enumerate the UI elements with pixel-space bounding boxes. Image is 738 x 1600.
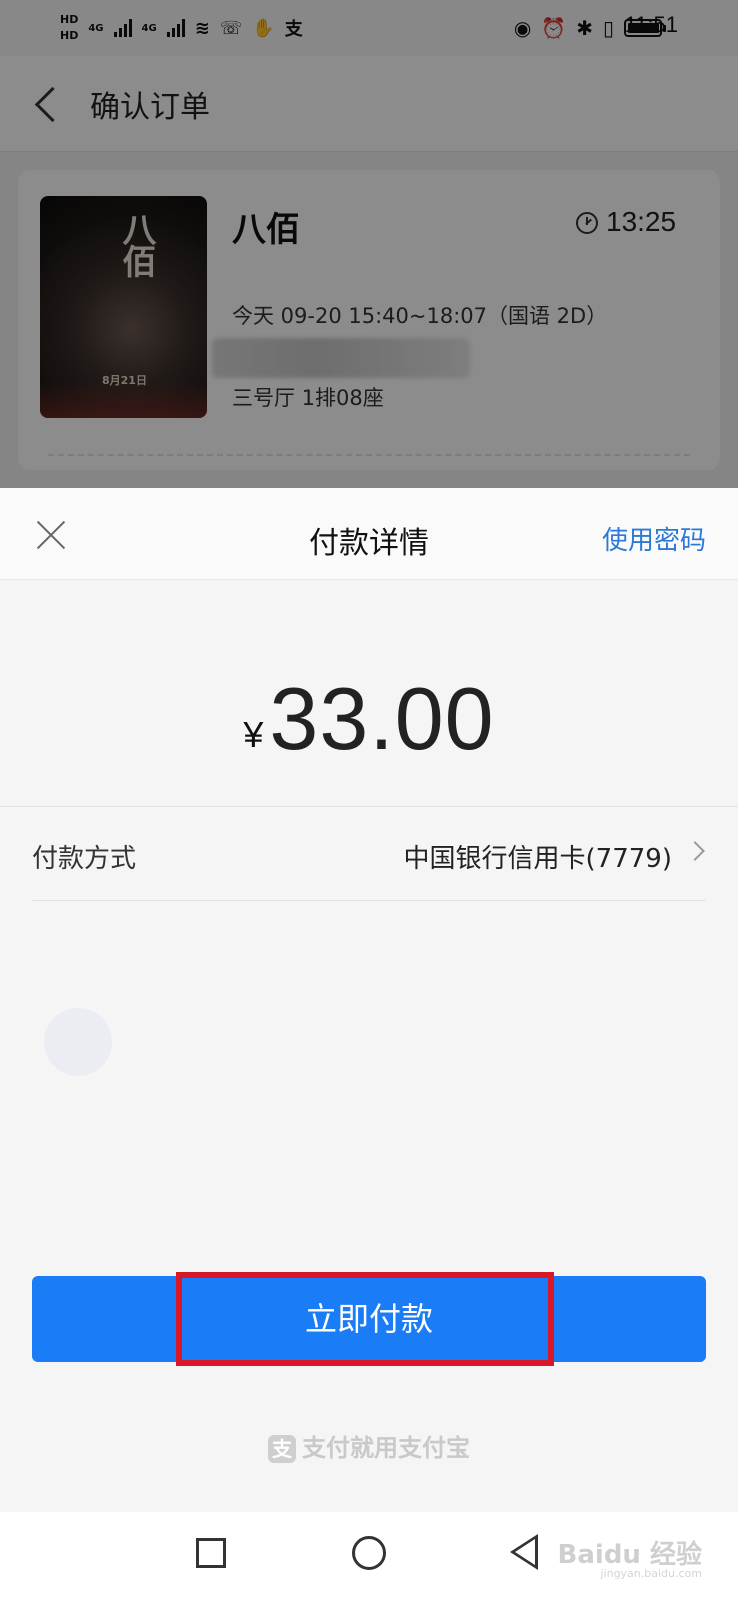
currency-symbol: ¥ [243, 714, 264, 755]
alipay-brand: 支支付就用支付宝 [0, 1428, 738, 1463]
brand-slogan: 支付就用支付宝 [302, 1434, 470, 1462]
payment-sheet: 付款详情 使用密码 ¥33.00 付款方式 中国银行信用卡(7779) 立即付款… [0, 488, 738, 1512]
payment-amount: 33.00 [269, 669, 495, 768]
faded-avatar [44, 1008, 112, 1076]
use-password-link[interactable]: 使用密码 [602, 520, 706, 557]
amount-display: ¥33.00 [0, 668, 738, 770]
watermark-text: Baidu 经验 [557, 1540, 702, 1570]
nav-bar: Baidu 经验 jingyan.baidu.com [0, 1512, 738, 1600]
nav-back-icon[interactable] [510, 1534, 538, 1570]
payment-method-row[interactable]: 付款方式 中国银行信用卡(7779) [0, 808, 738, 900]
home-icon[interactable] [352, 1536, 386, 1570]
baidu-watermark: Baidu 经验 jingyan.baidu.com [558, 1534, 702, 1580]
highlight-box [176, 1272, 554, 1366]
amount-divider [0, 806, 738, 807]
payment-method-label: 付款方式 [32, 844, 137, 874]
method-divider [32, 900, 706, 901]
sheet-header: 付款详情 使用密码 [0, 488, 738, 580]
recent-apps-icon[interactable] [196, 1538, 226, 1568]
payment-method-value: 中国银行信用卡(7779) [403, 844, 672, 874]
chevron-right-icon [685, 841, 705, 861]
alipay-icon: 支 [268, 1435, 296, 1463]
